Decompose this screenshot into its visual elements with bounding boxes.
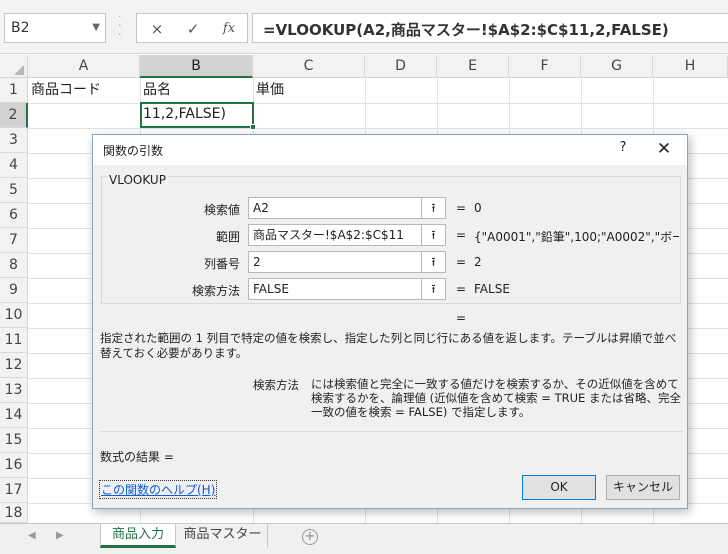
row-header-6[interactable]: 6 <box>0 203 28 228</box>
row-header-16[interactable]: 16 <box>0 453 28 478</box>
arg-label-lookup-value: 検索値 <box>203 203 240 217</box>
function-description: 指定された範囲の 1 列目で特定の値を検索し、指定した列と同じ行にある値を返しま… <box>100 331 677 360</box>
column-header-e[interactable]: E <box>437 55 509 78</box>
formula-text: =VLOOKUP(A2,商品マスター!$A$2:$C$11,2,FALSE) <box>263 21 669 39</box>
add-sheet-icon[interactable]: + <box>302 529 318 545</box>
function-name: VLOOKUP <box>107 173 168 187</box>
arg-equals: = <box>456 201 467 215</box>
column-header-c[interactable]: C <box>253 55 365 78</box>
collapse-dialog-icon[interactable]: ⭱ <box>422 251 446 273</box>
arg-label-table-array: 範囲 <box>215 230 240 244</box>
arg-result-table-array: {"A0001","鉛筆",100;"A0002","ボール <box>474 230 679 244</box>
tab-sheet-input[interactable]: 商品入力 <box>100 524 176 548</box>
row-header-4[interactable]: 4 <box>0 153 28 178</box>
cell-c1[interactable]: 単価 <box>253 78 365 103</box>
column-header-f[interactable]: F <box>509 55 581 78</box>
cell-b2-active[interactable]: 11,2,FALSE) <box>140 102 256 130</box>
row-header-10[interactable]: 10 <box>0 303 28 328</box>
column-header-a[interactable]: A <box>28 55 140 78</box>
arg-result-range-lookup: FALSE <box>474 282 510 296</box>
arg-equals: = <box>456 255 467 269</box>
row-header-8[interactable]: 8 <box>0 253 28 278</box>
tab-sheet-master[interactable]: 商品マスター <box>178 524 268 548</box>
arg-equals: = <box>456 228 467 242</box>
formula-buttons: × ✓ fx <box>136 13 248 43</box>
next-sheet-icon[interactable]: ▶ <box>56 530 64 541</box>
fill-handle[interactable] <box>250 124 256 130</box>
function-help-link[interactable]: この関数のヘルプ(H) <box>99 480 218 499</box>
dialog-title: 関数の引数 <box>103 144 164 158</box>
insert-function-icon[interactable]: fx <box>215 17 243 41</box>
collapse-dialog-icon[interactable]: ⭱ <box>422 197 446 219</box>
grid-line <box>28 128 728 129</box>
selected-arg-description: には検索値と完全に一致する値だけを検索するか、その近似値を含めて検索するかを、論… <box>311 377 681 419</box>
formula-input[interactable]: =VLOOKUP(A2,商品マスター!$A$2:$C$11,2,FALSE) <box>252 13 728 43</box>
row-header-18[interactable]: 18 <box>0 503 28 523</box>
selected-arg-name: 検索方法 <box>253 378 299 392</box>
help-icon[interactable]: ? <box>613 140 633 160</box>
select-all-corner[interactable] <box>0 55 28 78</box>
arg-input-range-lookup[interactable]: FALSE <box>248 278 422 300</box>
sheet-tab-bar: ◀ ▶ 商品入力 商品マスター + <box>0 523 728 554</box>
row-header-14[interactable]: 14 <box>0 403 28 428</box>
name-box[interactable]: B2 ▼ <box>4 13 106 43</box>
splitter-handle-icon[interactable]: · · · <box>118 11 124 42</box>
grid-line <box>28 103 728 104</box>
cancel-button[interactable]: キャンセル <box>606 475 680 500</box>
column-header-bar: A B C D E F G H <box>0 55 728 78</box>
column-header-g[interactable]: G <box>581 55 653 78</box>
row-header-9[interactable]: 9 <box>0 278 28 303</box>
arg-result-lookup-value: 0 <box>474 201 482 215</box>
function-result-equals: = <box>456 311 467 325</box>
row-header-11[interactable]: 11 <box>0 328 28 353</box>
cell-b1[interactable]: 品名 <box>140 78 253 103</box>
arg-label-col-index: 列番号 <box>203 257 240 271</box>
prev-sheet-icon[interactable]: ◀ <box>28 530 36 541</box>
row-header-12[interactable]: 12 <box>0 353 28 378</box>
column-header-d[interactable]: D <box>365 55 437 78</box>
row-header-17[interactable]: 17 <box>0 478 28 503</box>
arg-label-range-lookup: 検索方法 <box>191 284 240 298</box>
arg-equals: = <box>456 282 467 296</box>
chevron-down-icon[interactable]: ▼ <box>92 22 100 33</box>
row-header-2[interactable]: 2 <box>0 103 28 128</box>
dialog-title-bar[interactable]: 関数の引数 ? ✕ <box>93 135 687 165</box>
enter-check-icon[interactable]: ✓ <box>179 17 207 41</box>
collapse-dialog-icon[interactable]: ⭱ <box>422 224 446 246</box>
row-header-5[interactable]: 5 <box>0 178 28 203</box>
column-header-h[interactable]: H <box>653 55 728 78</box>
row-header-1[interactable]: 1 <box>0 78 28 103</box>
cancel-entry-icon[interactable]: × <box>143 17 171 41</box>
column-header-b[interactable]: B <box>140 55 253 78</box>
row-header-7[interactable]: 7 <box>0 228 28 253</box>
row-header-3[interactable]: 3 <box>0 128 28 153</box>
collapse-dialog-icon[interactable]: ⭱ <box>422 278 446 300</box>
row-header-15[interactable]: 15 <box>0 428 28 453</box>
name-box-value: B2 <box>11 20 30 36</box>
cell-b2-text: 11,2,FALSE) <box>143 106 226 122</box>
ok-button[interactable]: OK <box>522 475 596 500</box>
arg-input-lookup-value[interactable]: A2 <box>248 197 422 219</box>
formula-result: 数式の結果 = <box>100 450 174 464</box>
divider <box>99 431 683 432</box>
function-arguments-dialog: 関数の引数 ? ✕ VLOOKUP 検索値 A2 ⭱ = 0 範囲 商品マスター… <box>92 134 688 509</box>
arg-input-col-index[interactable]: 2 <box>248 251 422 273</box>
arg-input-table-array[interactable]: 商品マスター!$A$2:$C$11 <box>248 224 422 246</box>
row-header-13[interactable]: 13 <box>0 378 28 403</box>
formula-bar: B2 ▼ · · · × ✓ fx =VLOOKUP(A2,商品マスター!$A$2:… <box>0 0 728 54</box>
arg-result-col-index: 2 <box>474 255 482 269</box>
cell-a1[interactable]: 商品コード <box>28 78 140 103</box>
close-icon[interactable]: ✕ <box>653 139 675 161</box>
